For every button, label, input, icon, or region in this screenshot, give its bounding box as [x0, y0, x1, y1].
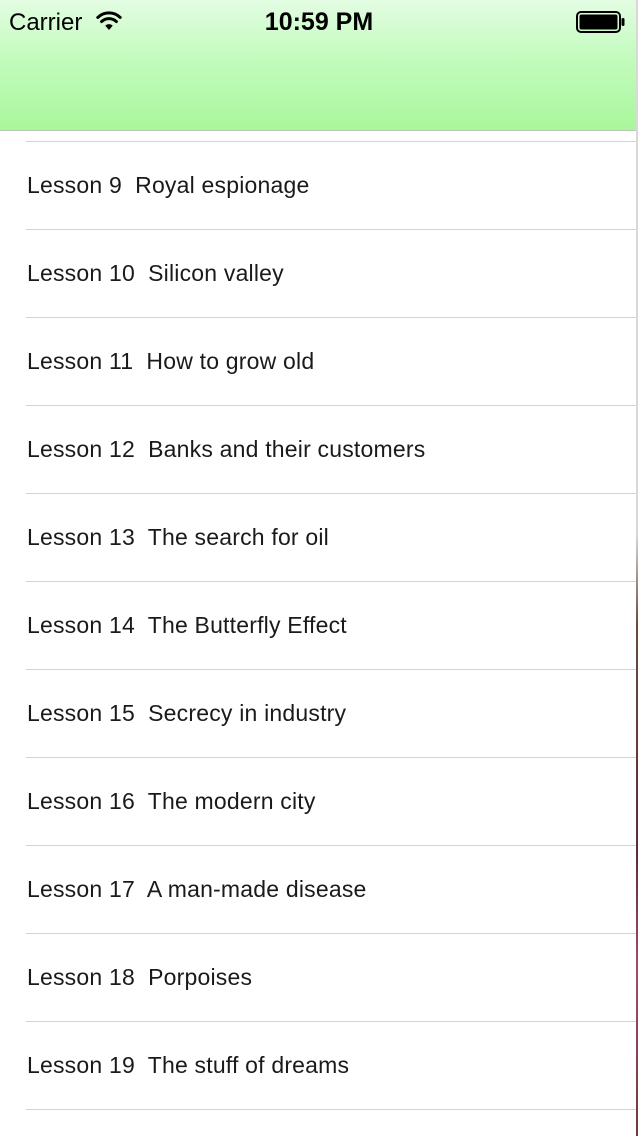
lesson-title: Lesson 9 Royal espionage: [27, 172, 310, 198]
lesson-title: Lesson 12 Banks and their customers: [27, 436, 426, 462]
list-item[interactable]: Lesson 16 The modern city: [0, 758, 636, 845]
list-item[interactable]: Lesson 13 The search for oil: [0, 494, 636, 581]
status-time: 10:59 PM: [264, 8, 374, 36]
lesson-title: Lesson 18 Porpoises: [27, 964, 253, 990]
lesson-title: Lesson 14 The Butterfly Effect: [27, 612, 347, 638]
list-item[interactable]: Lesson 9 Royal espionage: [0, 142, 636, 229]
battery-full-icon: [576, 11, 626, 33]
list-item[interactable]: Lesson 10 Silicon valley: [0, 230, 636, 317]
lesson-list[interactable]: Lesson 9 Royal espionage Lesson 10 Silico…: [0, 131, 636, 1136]
list-item[interactable]: Lesson 11 How to grow old: [0, 318, 636, 405]
list-item[interactable]: Lesson 14 The Butterfly Effect: [0, 582, 636, 669]
lesson-title: Lesson 19 The stuff of dreams: [27, 1052, 350, 1078]
list-item[interactable]: Lesson 19 The stuff of dreams: [0, 1022, 636, 1109]
lesson-title: Lesson 15 Secrecy in industry: [27, 700, 347, 726]
navigation-header: Carrier 10:59 PM: [0, 0, 636, 131]
lesson-title: Lesson 10 Silicon valley: [27, 260, 284, 286]
status-bar: Carrier 10:59 PM: [0, 0, 636, 44]
list-item[interactable]: Lesson 18 Porpoises: [0, 934, 636, 1021]
list-item[interactable]: Lesson 12 Banks and their customers: [0, 406, 636, 493]
list-divider: [26, 1109, 636, 1110]
list-item[interactable]: Lesson 17 A man-made disease: [0, 846, 636, 933]
list-item[interactable]: Lesson 15 Secrecy in industry: [0, 670, 636, 757]
lesson-title: Lesson 17 A man-made disease: [27, 876, 367, 902]
lesson-title: Lesson 16 The modern city: [27, 788, 316, 814]
lesson-title: Lesson 11 How to grow old: [27, 348, 315, 374]
lesson-title: Lesson 13 The search for oil: [27, 524, 329, 550]
